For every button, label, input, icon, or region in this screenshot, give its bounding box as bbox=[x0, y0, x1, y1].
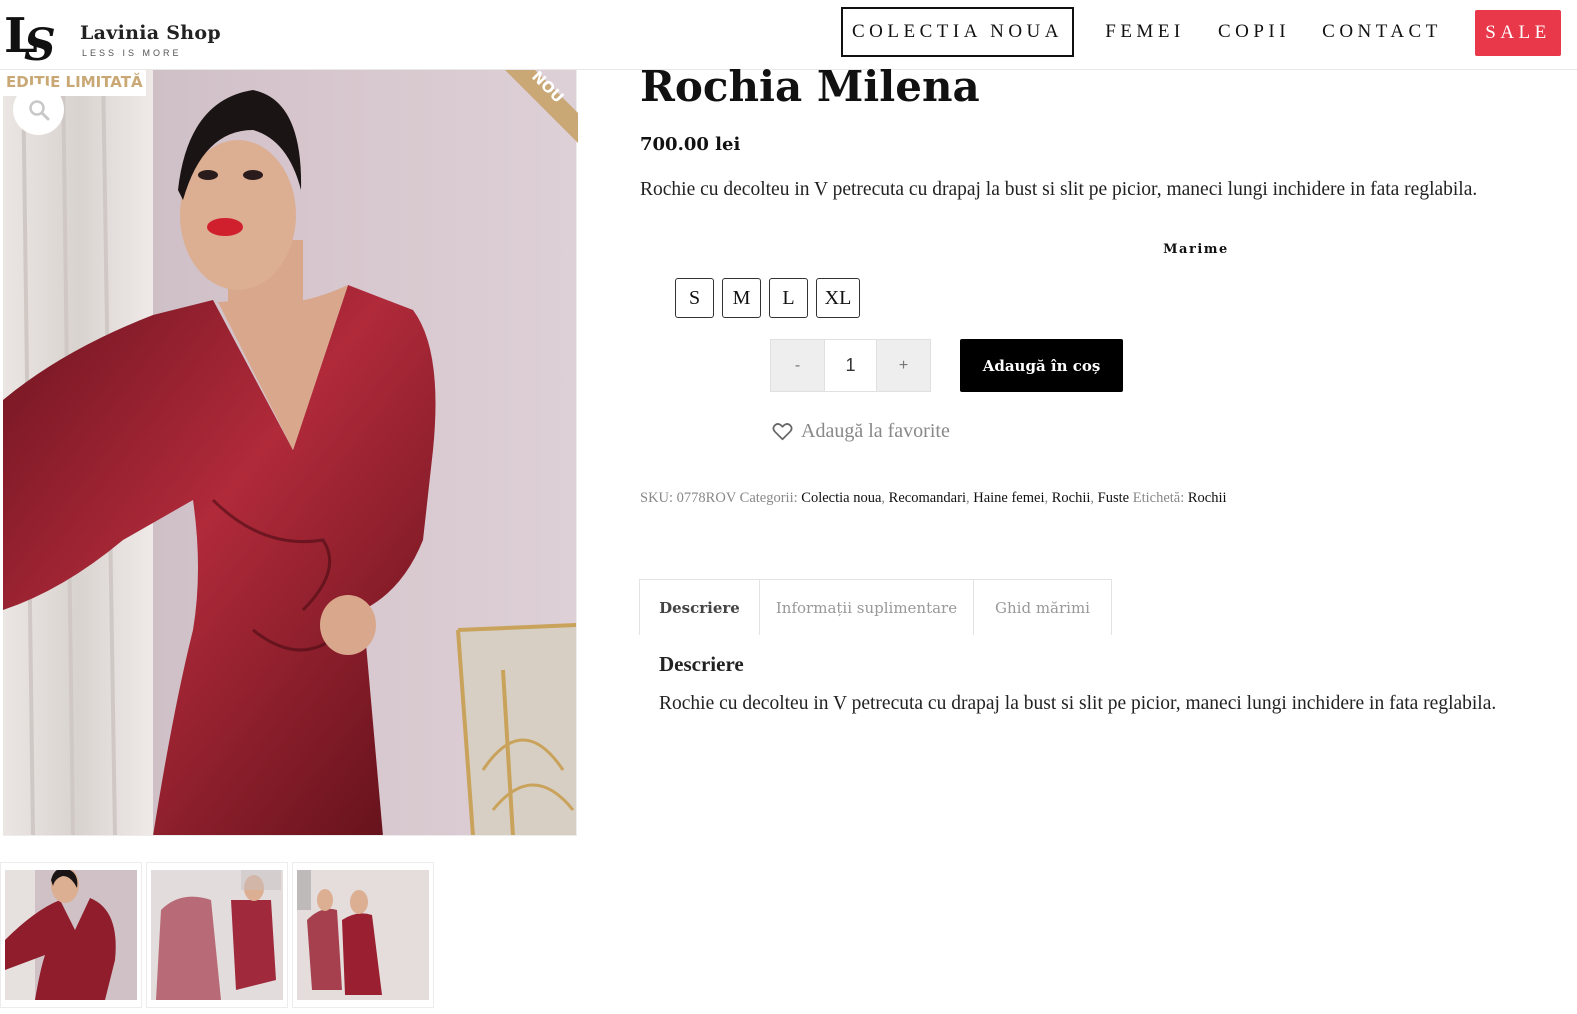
nav-femei[interactable]: FEMEI bbox=[1100, 7, 1190, 57]
thumbnail-2[interactable] bbox=[146, 862, 288, 1008]
tab-ghid-marimi[interactable]: Ghid mărimi bbox=[973, 579, 1112, 635]
logo-name: Lavinia Shop bbox=[80, 22, 221, 44]
size-option-l[interactable]: L bbox=[769, 278, 808, 318]
nav-sale-button[interactable]: SALE bbox=[1475, 10, 1561, 56]
quantity-increase-button[interactable]: + bbox=[877, 340, 930, 391]
nav-colectia-noua[interactable]: COLECTIA NOUA bbox=[841, 7, 1074, 57]
thumbnail-1[interactable] bbox=[0, 862, 142, 1008]
size-label: Marime bbox=[1163, 242, 1229, 257]
sku-label: SKU: bbox=[640, 490, 674, 506]
size-option-m[interactable]: M bbox=[722, 278, 761, 318]
logo-monogram-icon: L S bbox=[4, 8, 56, 64]
tag-label: Etichetă: bbox=[1132, 490, 1185, 506]
tag-link[interactable]: Rochii bbox=[1188, 490, 1227, 506]
description-text: Rochie cu decolteu in V petrecuta cu dra… bbox=[659, 693, 1497, 714]
add-to-cart-button[interactable]: Adaugă în coș bbox=[960, 339, 1123, 392]
sku-value: 0778ROV bbox=[676, 490, 737, 506]
category-link[interactable]: Recomandari bbox=[889, 490, 966, 506]
categories-label: Categorii: bbox=[739, 490, 798, 506]
product-short-description: Rochie cu decolteu in V petrecuta cu dra… bbox=[640, 179, 1478, 200]
size-selector: S M L XL bbox=[675, 278, 868, 318]
tab-informatii-suplimentare[interactable]: Informații suplimentare bbox=[759, 579, 974, 635]
svg-text:S: S bbox=[24, 20, 56, 64]
product-tabs: Descriere Informații suplimentare Ghid m… bbox=[639, 579, 1112, 635]
product-price: 700.00 lei bbox=[640, 134, 741, 155]
quantity-stepper: - + bbox=[770, 339, 931, 392]
zoom-button[interactable] bbox=[13, 84, 64, 135]
description-heading: Descriere bbox=[659, 652, 744, 676]
category-link[interactable]: Haine femei bbox=[973, 490, 1044, 506]
quantity-input[interactable] bbox=[824, 340, 877, 391]
product-title: Rochia Milena bbox=[640, 62, 980, 111]
product-meta: SKU: 0778ROV Categorii: Colectia noua, R… bbox=[640, 490, 1227, 506]
nav-copii[interactable]: COPII bbox=[1213, 7, 1295, 57]
product-thumbnails bbox=[0, 862, 438, 1010]
thumbnail-3[interactable] bbox=[292, 862, 434, 1008]
product-photo bbox=[3, 70, 576, 835]
category-link[interactable]: Rochii bbox=[1052, 490, 1091, 506]
size-option-xl[interactable]: XL bbox=[816, 278, 860, 318]
heart-icon bbox=[772, 423, 793, 441]
logo-tagline: LESS IS MORE bbox=[82, 48, 182, 58]
category-link[interactable]: Fuste bbox=[1098, 490, 1129, 506]
wishlist-label: Adaugă la favorite bbox=[801, 420, 950, 442]
site-logo[interactable]: L S Lavinia Shop LESS IS MORE bbox=[4, 6, 221, 64]
nav-contact[interactable]: CONTACT bbox=[1318, 7, 1446, 57]
site-header: L S Lavinia Shop LESS IS MORE COLECTIA N… bbox=[0, 0, 1577, 70]
search-icon bbox=[28, 99, 49, 120]
category-link[interactable]: Colectia noua bbox=[801, 490, 881, 506]
product-main-image[interactable] bbox=[3, 70, 577, 836]
add-to-wishlist-link[interactable]: Adaugă la favorite bbox=[772, 420, 950, 443]
quantity-decrease-button[interactable]: - bbox=[771, 340, 824, 391]
tab-descriere[interactable]: Descriere bbox=[639, 579, 760, 635]
size-option-s[interactable]: S bbox=[675, 278, 714, 318]
